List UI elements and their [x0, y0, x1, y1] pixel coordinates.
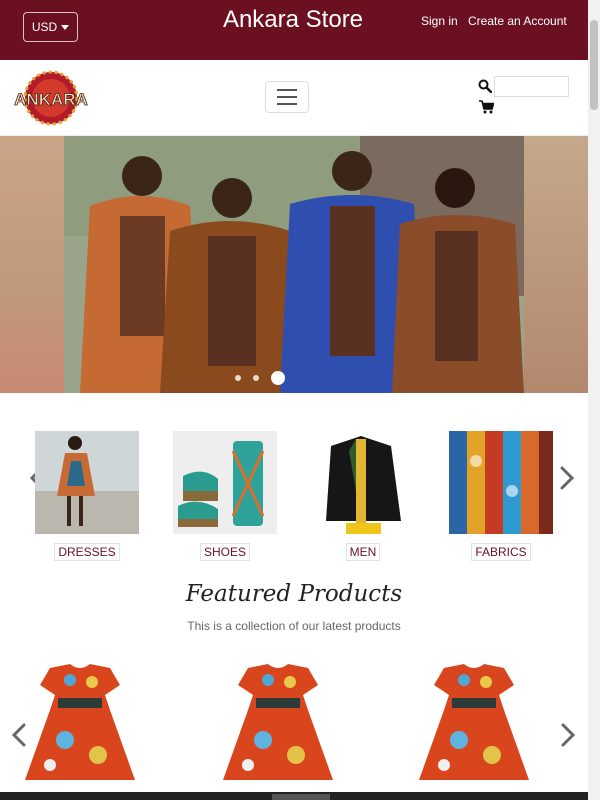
hero-image [64, 136, 524, 393]
category-image-men [311, 431, 415, 534]
search-icon[interactable] [478, 79, 492, 93]
category-dresses[interactable]: DRESSES [35, 431, 139, 561]
featured-subtitle: This is a collection of our latest produ… [187, 619, 401, 633]
category-label: DRESSES [54, 543, 120, 561]
carousel-dot-1[interactable] [235, 375, 241, 381]
category-label: FABRICS [471, 543, 531, 561]
carousel-dot-3-active[interactable] [271, 371, 285, 385]
category-fabrics[interactable]: FABRICS [449, 431, 553, 561]
category-label: MEN [345, 543, 381, 561]
carousel-dot-2[interactable] [253, 375, 259, 381]
hero-carousel[interactable] [0, 136, 588, 393]
search-input[interactable] [494, 76, 569, 97]
product-dress-image[interactable] [20, 660, 140, 788]
vertical-scrollbar-thumb[interactable] [590, 20, 598, 110]
svg-text:ANKARA: ANKARA [14, 90, 88, 109]
chevron-right-icon[interactable] [558, 466, 576, 490]
top-bar: USD Ankara Store Sign in Create an Accou… [0, 0, 588, 60]
hero-next-slide-peek [524, 136, 588, 393]
vertical-scrollbar[interactable] [588, 0, 600, 800]
hamburger-icon[interactable] [265, 81, 309, 113]
header-nav: ANKARA [0, 60, 588, 136]
caret-down-icon [61, 24, 70, 30]
carousel-indicators [235, 371, 285, 385]
featured-title: Featured Products [185, 581, 403, 607]
category-image-dresses [35, 431, 139, 534]
category-shoes[interactable]: SHOES [173, 431, 277, 561]
currency-dropdown[interactable]: USD [23, 12, 78, 42]
category-label: SHOES [199, 543, 250, 561]
store-title: Ankara Store [222, 6, 364, 33]
horizontal-scrollbar-thumb[interactable] [272, 794, 330, 800]
product-dress-image[interactable] [414, 660, 534, 788]
currency-label: USD [31, 20, 58, 34]
create-account-link[interactable]: Create an Account [468, 14, 567, 28]
chevron-right-icon[interactable] [560, 723, 576, 747]
category-image-shoes [173, 431, 277, 534]
cart-icon[interactable] [479, 100, 494, 114]
product-dress-image[interactable] [218, 660, 338, 788]
category-image-fabrics [449, 431, 553, 534]
ankara-logo[interactable]: ANKARA [10, 70, 92, 126]
category-men[interactable]: MEN [311, 431, 415, 561]
sign-in-link[interactable]: Sign in [421, 14, 458, 28]
